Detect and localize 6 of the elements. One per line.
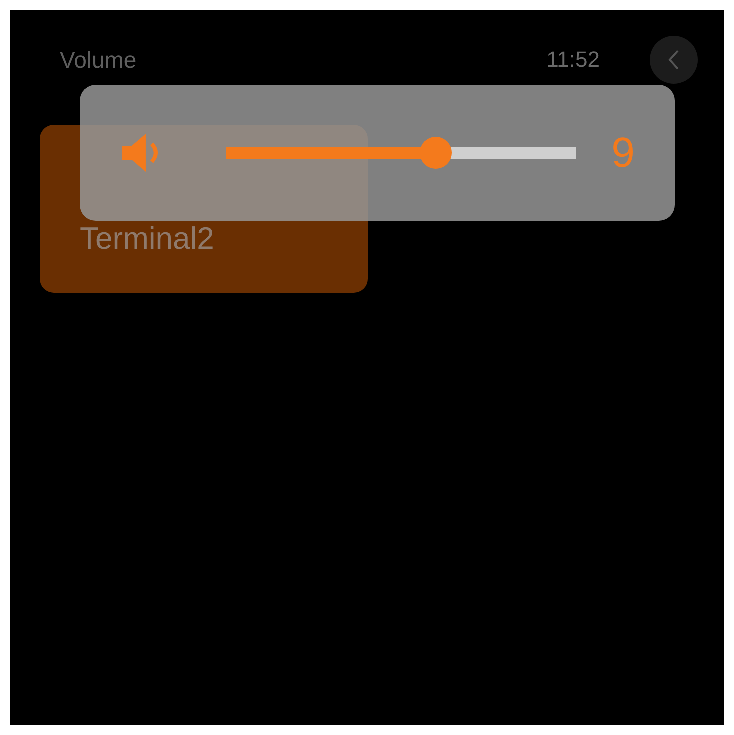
slider-thumb[interactable] [420, 137, 452, 169]
card-label: Terminal2 [80, 221, 214, 257]
clock-time: 11:52 [546, 47, 600, 73]
page-title: Volume [60, 46, 138, 74]
volume-value: 9 [612, 129, 635, 177]
back-button[interactable] [650, 36, 698, 84]
